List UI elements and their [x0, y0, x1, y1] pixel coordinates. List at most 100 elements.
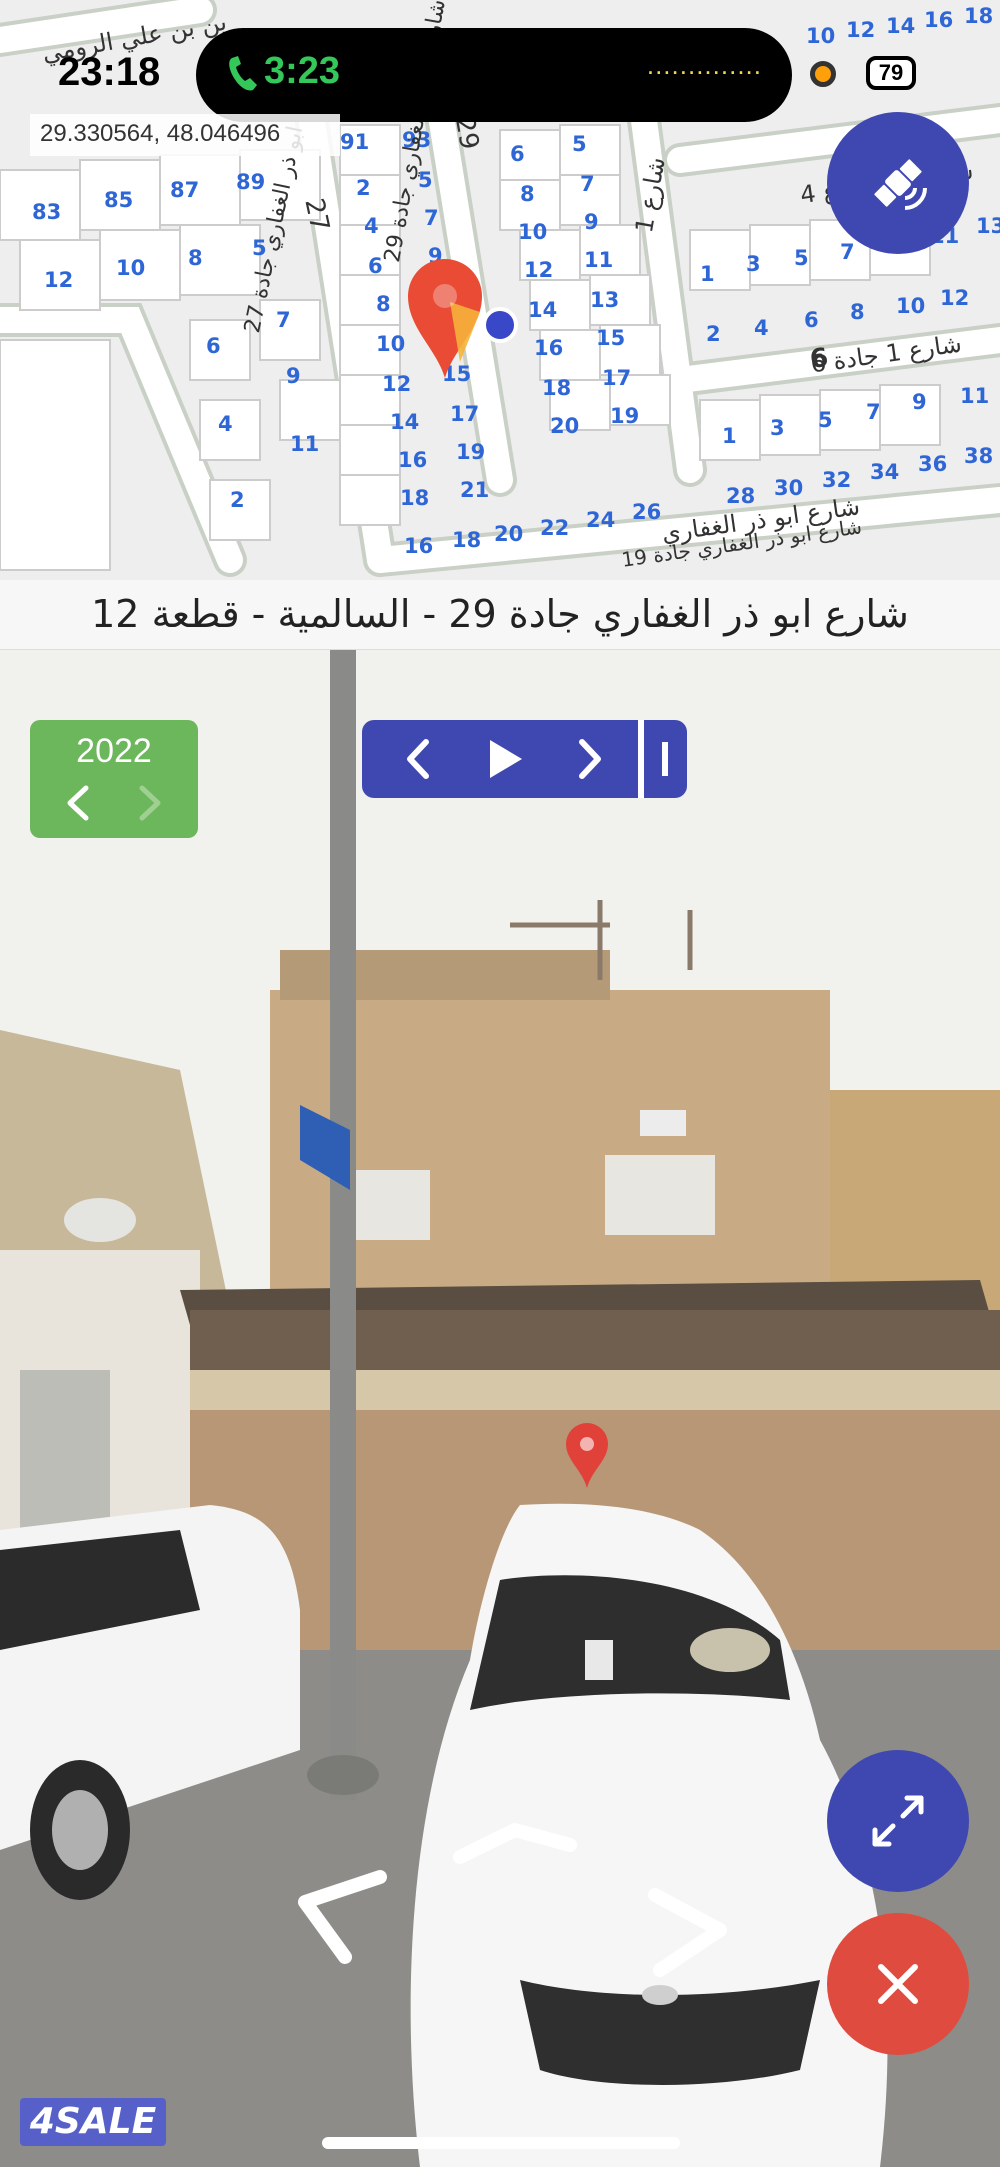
lot-number: 6 [206, 334, 221, 358]
call-duration: 3:23 [264, 50, 341, 92]
previous-frame-button[interactable] [390, 720, 446, 798]
lot-number: 26 [632, 500, 662, 524]
battery-level: 79 [866, 56, 916, 90]
lot-number: 19 [456, 440, 486, 464]
expand-button[interactable] [827, 1750, 969, 1892]
home-indicator[interactable] [322, 2137, 680, 2149]
lot-number: 12 [44, 268, 74, 292]
lot-number: 4 [754, 316, 769, 340]
satellite-icon [874, 159, 927, 210]
lot-number: 18 [964, 4, 994, 28]
lot-number: 13 [590, 288, 620, 312]
lot-number: 16 [924, 8, 954, 32]
lot-number: 83 [32, 200, 62, 224]
lot-number: 21 [460, 478, 490, 502]
address-text: شارع ابو ذر الغفاري جادة 29 - السالمية -… [91, 592, 909, 636]
lot-number: 20 [550, 414, 580, 438]
year-label: 2022 [76, 732, 152, 770]
lot-number: 4 [364, 214, 379, 238]
lot-number: 20 [494, 522, 524, 546]
close-button[interactable] [827, 1913, 969, 2055]
street-number-27: 27 [298, 195, 335, 235]
lot-number: 7 [840, 240, 855, 264]
lot-number: 10 [896, 294, 926, 318]
lot-number: 34 [870, 460, 900, 484]
lot-number: 17 [602, 366, 632, 390]
lot-number: 18 [400, 486, 430, 510]
playback-controls [362, 720, 687, 798]
lot-number: 8 [188, 246, 203, 270]
lot-number: 15 [596, 326, 626, 350]
lot-number: 14 [390, 410, 420, 434]
lot-number: 10 [116, 256, 146, 280]
lot-number: 8 [850, 300, 865, 324]
lot-number: 5 [794, 246, 809, 270]
lot-number: 9 [584, 210, 599, 234]
lot-number: 11 [584, 248, 614, 272]
lot-number: 1 [700, 262, 715, 286]
lot-number: 16 [398, 448, 428, 472]
lot-number: 32 [822, 468, 852, 492]
year-previous-button[interactable] [58, 780, 98, 826]
lot-number: 30 [774, 476, 804, 500]
lot-number: 5 [572, 132, 587, 156]
lot-number: 5 [818, 408, 833, 432]
lot-number: 91 [340, 130, 370, 154]
lot-number: 85 [104, 188, 134, 212]
lot-number: 28 [726, 484, 756, 508]
map-view[interactable]: 91 93 6 5 83 85 87 89 2 5 8 7 12 10 8 5 … [0, 0, 1000, 580]
lot-number: 16 [534, 336, 564, 360]
lot-number: 9 [286, 364, 301, 388]
lot-number: 24 [586, 508, 616, 532]
lot-number: 1 [722, 424, 737, 448]
play-button[interactable] [474, 720, 536, 798]
lot-number: 8 [376, 292, 391, 316]
lot-number: 9 [912, 390, 927, 414]
jump-to-end-button[interactable] [644, 720, 687, 798]
lot-number: 19 [610, 404, 640, 428]
lot-number: 6 [804, 308, 819, 332]
dynamic-island[interactable]: 3:23 .............. [196, 28, 792, 122]
lot-number: 17 [450, 402, 480, 426]
lot-number: 4 [218, 412, 233, 436]
address-bar: شارع ابو ذر الغفاري جادة 29 - السالمية -… [0, 580, 1000, 650]
year-selector: 2022 [30, 720, 198, 838]
lot-number: 11 [960, 384, 990, 408]
year-next-button[interactable] [130, 780, 170, 826]
lot-number: 38 [964, 444, 994, 468]
lot-number: 7 [276, 308, 291, 332]
lot-number: 12 [940, 286, 970, 310]
lot-number: 22 [540, 516, 570, 540]
lot-number: 2 [356, 176, 371, 200]
lot-number: 7 [424, 206, 439, 230]
expand-icon [872, 1795, 924, 1847]
lot-number: 3 [746, 252, 761, 276]
lot-number: 89 [236, 170, 266, 194]
satellite-toggle-button[interactable] [827, 112, 969, 254]
privacy-indicator-dot [810, 61, 836, 87]
lot-number: 2 [230, 488, 245, 512]
status-time: 23:18 [58, 50, 161, 94]
lot-number: 14 [528, 298, 558, 322]
lot-number: 10 [806, 24, 836, 48]
brand-logo: 4SALE [20, 2098, 166, 2146]
lot-number: 8 [520, 182, 535, 206]
lot-number: 13 [976, 214, 1000, 238]
lot-number: 87 [170, 178, 200, 202]
lot-number: 7 [580, 172, 595, 196]
close-icon [878, 1964, 918, 2004]
move-forward-arrow[interactable] [450, 1815, 580, 1865]
lot-number: 16 [404, 534, 434, 558]
map-pin-icon [408, 259, 482, 378]
lot-number: 3 [770, 416, 785, 440]
phone-icon [229, 56, 257, 91]
move-left-arrow[interactable] [285, 1862, 395, 1972]
next-frame-button[interactable] [562, 720, 618, 798]
lot-number: 36 [918, 452, 948, 476]
lot-number: 12 [524, 258, 554, 282]
call-audio-indicator: .............. [646, 50, 762, 80]
move-right-arrow[interactable] [635, 1885, 735, 1985]
lot-number: 2 [706, 322, 721, 346]
lot-number: 11 [290, 432, 320, 456]
lot-number: 14 [886, 14, 916, 38]
